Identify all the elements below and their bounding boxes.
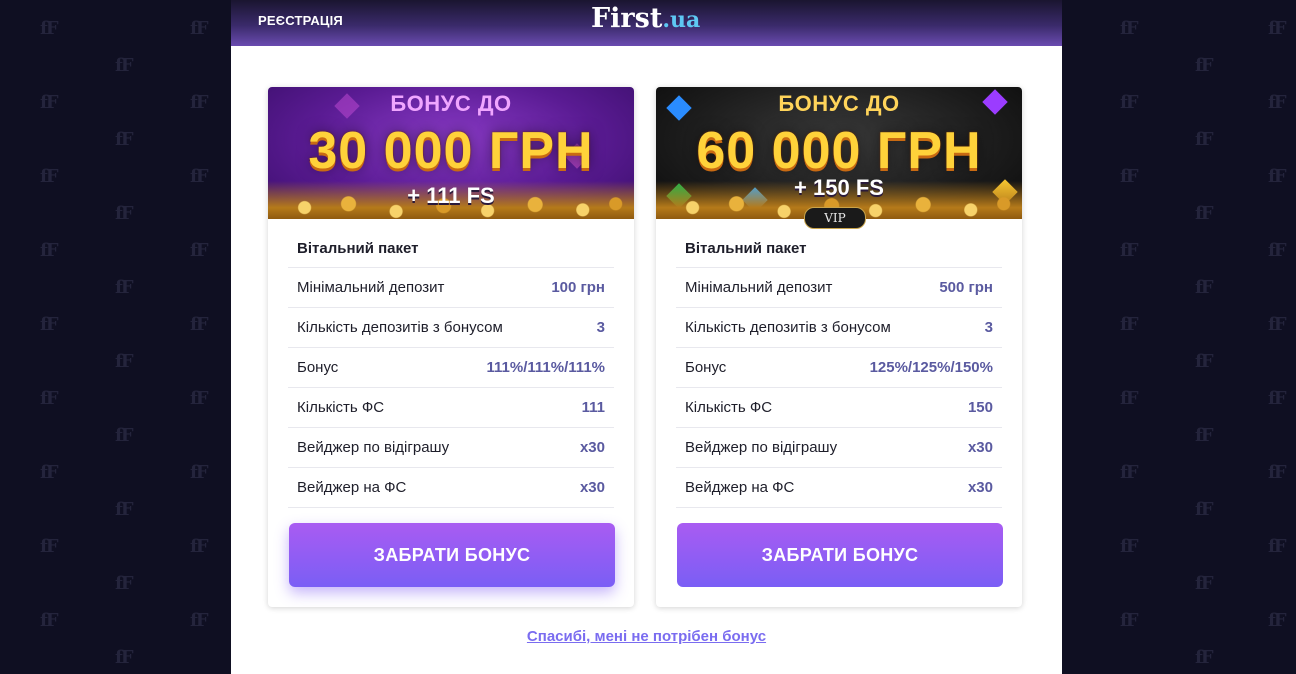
- decline-bonus-link[interactable]: Спасибі, мені не потрібен бонус: [231, 628, 1062, 645]
- table-row: Бонус 125%/125%/150%: [676, 348, 1002, 388]
- row-value: 111%/111%/111%: [486, 359, 605, 376]
- table-row: Мінімальний депозит 500 грн: [676, 268, 1002, 308]
- bonus-details-table: Вітальний пакет Мінімальний депозит 500 …: [656, 219, 1022, 508]
- row-value: x30: [967, 439, 993, 456]
- banner-free-spins: + 111 FS: [407, 183, 495, 208]
- row-label: Вейджер на ФС: [297, 479, 407, 496]
- row-label: Вейджер на ФС: [685, 479, 795, 496]
- banner-free-spins: + 150 FS: [794, 175, 884, 200]
- row-value: x30: [579, 479, 605, 496]
- table-row: Кількість ФС 111: [288, 388, 614, 428]
- row-value: 3: [984, 319, 993, 336]
- row-label: Бонус: [685, 359, 727, 376]
- row-label: Кількість депозитів з бонусом: [685, 319, 891, 336]
- table-row: Бонус 111%/111%/111%: [288, 348, 614, 388]
- top-bar: РЕЄСТРАЦІЯ First .ua: [231, 0, 1062, 46]
- row-label: Мінімальний депозит: [297, 279, 445, 296]
- bonus-card-30000: БОНУС ДО 30 000 ГРН + 111 FS Вітальний п…: [268, 87, 634, 607]
- table-row: Вейджер на ФС x30: [288, 468, 614, 508]
- main-panel: РЕЄСТРАЦІЯ First .ua БОНУС ДО 30 000 ГРН…: [231, 0, 1062, 674]
- logo-main-text: First: [591, 3, 663, 34]
- bonus-banner: БОНУС ДО 60 000 ГРН + 150 FS: [656, 87, 1022, 219]
- bonus-details-table: Вітальний пакет Мінімальний депозит 100 …: [268, 219, 634, 508]
- registration-link[interactable]: РЕЄСТРАЦІЯ: [258, 13, 343, 28]
- row-label: Вейджер по відіграшу: [685, 439, 838, 456]
- row-label: Кількість ФС: [297, 399, 385, 416]
- banner-amount: 60 000 ГРН: [696, 122, 982, 180]
- row-label: Бонус: [297, 359, 339, 376]
- table-row: Мінімальний депозит 100 грн: [288, 268, 614, 308]
- logo-tld-text: .ua: [662, 7, 701, 33]
- row-label: Кількість депозитів з бонусом: [297, 319, 503, 336]
- row-value: 150: [967, 399, 993, 416]
- row-value: x30: [967, 479, 993, 496]
- row-label: Мінімальний депозит: [685, 279, 833, 296]
- claim-bonus-button[interactable]: ЗАБРАТИ БОНУС: [289, 523, 615, 587]
- package-title-row: Вітальний пакет: [676, 229, 1002, 268]
- row-value: 3: [596, 319, 605, 336]
- table-row: Кількість депозитів з бонусом 3: [676, 308, 1002, 348]
- banner-title: БОНУС ДО: [778, 91, 900, 116]
- row-value: 100 грн: [551, 279, 605, 296]
- row-label: Кількість ФС: [685, 399, 773, 416]
- row-value: 111: [581, 399, 605, 416]
- row-value: 125%/125%/150%: [869, 359, 993, 376]
- bonus-banner: БОНУС ДО 30 000 ГРН + 111 FS: [268, 87, 634, 219]
- claim-bonus-button[interactable]: ЗАБРАТИ БОНУС: [677, 523, 1003, 587]
- package-title: Вітальний пакет: [685, 239, 807, 257]
- row-value: x30: [579, 439, 605, 456]
- row-label: Вейджер по відіграшу: [297, 439, 450, 456]
- site-logo[interactable]: First .ua: [591, 3, 700, 37]
- vip-badge: VIP: [804, 207, 866, 229]
- banner-title: БОНУС ДО: [390, 91, 512, 116]
- table-row: Кількість ФС 150: [676, 388, 1002, 428]
- package-title-row: Вітальний пакет: [288, 229, 614, 268]
- table-row: Вейджер по відіграшу x30: [676, 428, 1002, 468]
- bonus-card-60000-vip: БОНУС ДО 60 000 ГРН + 150 FS VIP Вітальн…: [656, 87, 1022, 607]
- row-value: 500 грн: [939, 279, 993, 296]
- table-row: Вейджер по відіграшу x30: [288, 428, 614, 468]
- package-title: Вітальний пакет: [297, 239, 419, 257]
- banner-amount: 30 000 ГРН: [308, 122, 594, 180]
- table-row: Кількість депозитів з бонусом 3: [288, 308, 614, 348]
- table-row: Вейджер на ФС x30: [676, 468, 1002, 508]
